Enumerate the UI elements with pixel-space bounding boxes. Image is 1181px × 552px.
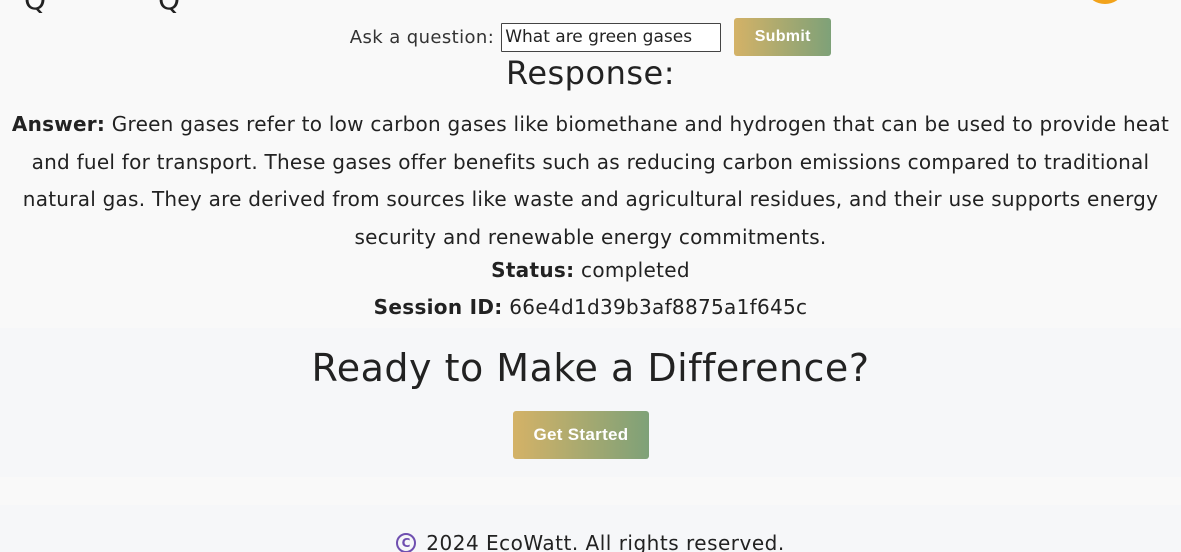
session-id-value: 66e4d1d39b3af8875a1f645c	[509, 295, 808, 319]
page: Q Q Ask a question: Submit Response: Ans…	[0, 0, 1181, 552]
footer: C 2024 EcoWatt. All rights reserved.	[0, 505, 1181, 552]
cta-section: Ready to Make a Difference? Get Started	[0, 328, 1181, 477]
get-started-button[interactable]: Get Started	[513, 411, 649, 459]
question-form: Ask a question: Submit	[0, 18, 1181, 56]
submit-button[interactable]: Submit	[734, 18, 832, 56]
status-value: completed	[581, 258, 690, 282]
session-line: Session ID: 66e4d1d39b3af8875a1f645c	[0, 295, 1181, 319]
question-label: Ask a question:	[349, 26, 495, 48]
footer-copyright: C 2024 EcoWatt. All rights reserved.	[0, 531, 1181, 552]
response-heading: Response:	[506, 54, 675, 92]
header-partial-glyph: Q	[24, 0, 46, 14]
cta-heading: Ready to Make a Difference?	[311, 346, 870, 390]
question-input[interactable]	[501, 22, 722, 52]
answer-label: Answer:	[11, 112, 106, 136]
footer-copyright-text: 2024 EcoWatt. All rights reserved.	[426, 531, 785, 552]
session-label: Session ID:	[373, 295, 503, 319]
copyright-icon: C	[396, 533, 417, 552]
header-partial-orb-icon	[1089, 0, 1121, 4]
answer-text: Green gases refer to low carbon gases li…	[22, 112, 1170, 249]
status-label: Status:	[491, 258, 575, 282]
header-partial-glyph-2: Q	[158, 0, 180, 14]
answer-text-block: Answer: Green gases refer to low carbon …	[0, 106, 1181, 256]
status-line: Status: completed	[0, 258, 1181, 282]
